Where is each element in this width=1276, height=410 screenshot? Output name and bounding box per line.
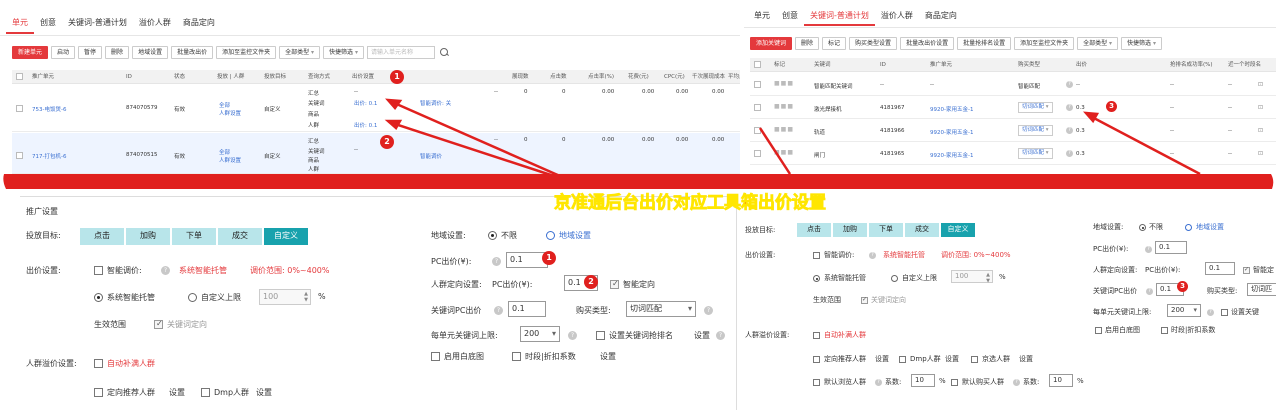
annotation-badge-3: 3	[1106, 101, 1117, 112]
arrow-line	[758, 127, 792, 175]
annotation-badge-1: 1	[390, 70, 404, 84]
arrow-line	[391, 121, 561, 180]
annotation-arrows	[384, 98, 1201, 180]
annotation-badge-3: 3	[1177, 281, 1188, 292]
arrow-head	[385, 98, 403, 111]
arrow-head	[384, 119, 403, 130]
annotation-badge-1: 1	[542, 251, 556, 265]
banner-title: 京准通后台出价对应工具箱出价设置	[554, 192, 826, 213]
screenshot-root: 单元 创意 关键词-普通计划 溢价人群 商品定向 新建单元 启动 暂停 删除 地…	[0, 0, 1276, 410]
arrow-line	[1089, 114, 1201, 176]
annotation-badge-2: 2	[380, 135, 394, 149]
annotation-overlay: 京准通后台出价对应工具箱出价设置	[3, 98, 1274, 213]
arrow-line	[391, 100, 561, 178]
banner-bar	[3, 174, 1274, 189]
annotation-badge-2: 2	[584, 275, 598, 289]
